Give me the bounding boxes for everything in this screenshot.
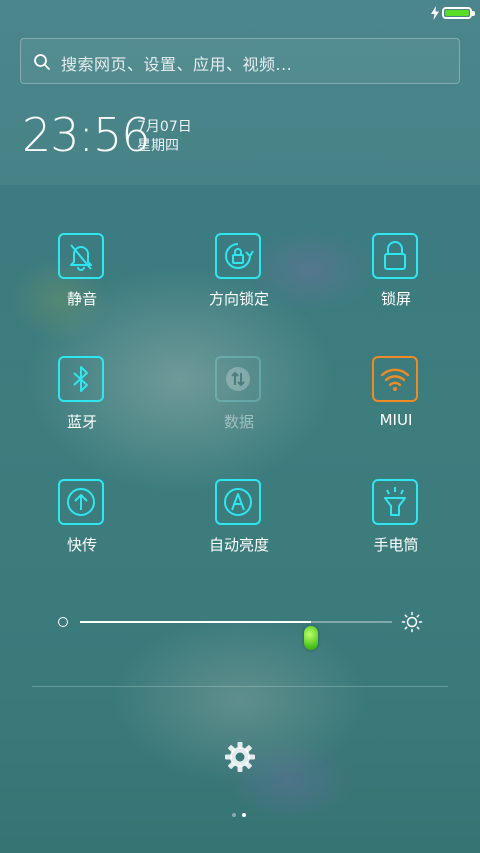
toggle-label: MIUI xyxy=(379,411,413,429)
toggle-rotation-lock[interactable]: 方向锁定 xyxy=(179,233,299,333)
brightness-low-icon xyxy=(58,617,68,627)
search-input[interactable]: 搜索网页、设置、应用、视频... xyxy=(20,38,460,84)
toggle-flashlight-box xyxy=(372,479,418,525)
toggle-lock-screen-box xyxy=(372,233,418,279)
mute-bell-icon xyxy=(70,244,92,271)
bluetooth-icon xyxy=(73,366,88,392)
toggle-lock-screen[interactable]: 锁屏 xyxy=(336,233,456,333)
brightness-thumb[interactable] xyxy=(303,626,318,650)
brightness-high-icon xyxy=(401,611,423,633)
toggle-rotation-lock-box xyxy=(215,233,261,279)
toggle-label: 自动亮度 xyxy=(208,536,269,554)
clock-time[interactable]: 23:56 xyxy=(22,108,151,162)
brightness-fill xyxy=(80,621,311,623)
padlock-icon xyxy=(384,241,406,270)
toggle-flashlight[interactable]: 手电筒 xyxy=(336,479,456,579)
toggle-wifi[interactable]: MIUI xyxy=(336,356,456,456)
toggle-label: 锁屏 xyxy=(380,290,411,308)
toggle-label: 静音 xyxy=(66,290,97,308)
toggle-label: 手电筒 xyxy=(373,536,419,554)
flashlight-icon xyxy=(384,487,406,516)
toggle-label: 数据 xyxy=(223,413,254,431)
toggle-bluetooth-box xyxy=(58,356,104,402)
mobile-data-icon xyxy=(226,367,250,391)
toggle-label: 方向锁定 xyxy=(208,290,269,308)
auto-brightness-icon xyxy=(224,488,252,516)
page-dot xyxy=(242,813,246,817)
gear-icon[interactable] xyxy=(224,741,256,773)
toggle-quick-transfer[interactable]: 快传 xyxy=(22,479,142,579)
toggle-auto-brightness-box xyxy=(215,479,261,525)
toggle-auto-brightness[interactable]: 自动亮度 xyxy=(179,479,299,579)
rotation-lock-icon xyxy=(225,243,254,269)
page-dot xyxy=(232,813,236,817)
page-indicator xyxy=(230,811,250,819)
clock-date[interactable]: 7月07日 xyxy=(137,116,192,136)
toggle-mobile-data-box xyxy=(215,356,261,402)
toggle-mute-box xyxy=(58,233,104,279)
search-placeholder: 搜索网页、设置、应用、视频... xyxy=(61,55,293,74)
toggle-quick-transfer-box xyxy=(58,479,104,525)
toggle-wifi-box xyxy=(372,356,418,402)
wifi-icon xyxy=(380,368,410,391)
brightness-slider[interactable] xyxy=(55,605,430,650)
divider xyxy=(32,686,448,687)
toggle-label: 蓝牙 xyxy=(66,413,97,431)
toggle-mobile-data[interactable]: 数据 xyxy=(179,356,299,456)
toggle-bluetooth[interactable]: 蓝牙 xyxy=(22,356,142,456)
toggle-mute[interactable]: 静音 xyxy=(22,233,142,333)
search-icon xyxy=(34,54,50,70)
toggle-label: 快传 xyxy=(66,536,97,554)
quick-transfer-icon xyxy=(67,488,95,516)
clock-weekday[interactable]: 星期四 xyxy=(137,135,179,155)
brightness-track[interactable] xyxy=(80,621,392,650)
